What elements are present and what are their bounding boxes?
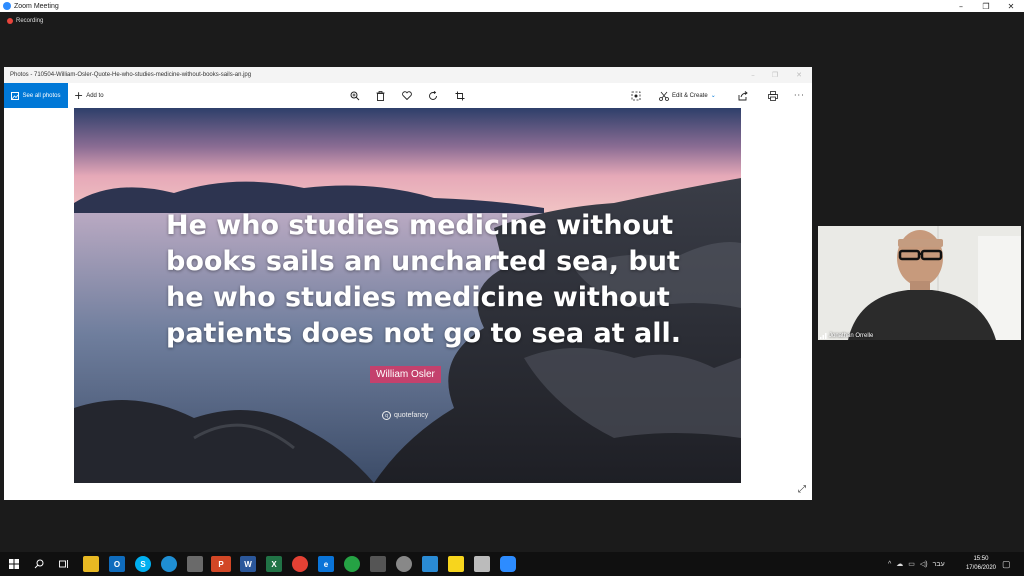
crop-button[interactable] (455, 83, 465, 108)
photos-title-bar: Photos - 710504-William-Osler-Quote-He-w… (4, 67, 812, 83)
photos-restore-button[interactable]: ❐ (764, 67, 786, 83)
participant-video[interactable]: Jonathan Orrelle (818, 226, 1021, 340)
photos-window: Photos - 710504-William-Osler-Quote-He-w… (4, 67, 812, 500)
system-tray: ^ ☁ ▭ ◁) עבר (888, 552, 945, 576)
zoom-taskbar-icon[interactable] (500, 556, 516, 572)
photos-title: Photos - 710504-William-Osler-Quote-He-w… (10, 72, 252, 78)
document-icon[interactable] (474, 556, 490, 572)
close-button[interactable]: ✕ (998, 0, 1024, 12)
chevron-down-icon: ⌄ (710, 92, 716, 99)
powerpoint-icon[interactable]: P (211, 556, 231, 572)
rotate-icon (429, 90, 437, 100)
add-to-label: Add to (86, 92, 104, 99)
notifications-button[interactable]: ▢ (1002, 552, 1011, 576)
recording-indicator[interactable]: Recording (7, 18, 43, 24)
app-icon[interactable] (187, 556, 203, 572)
calculator-icon[interactable] (370, 556, 386, 572)
search-icon (34, 559, 44, 569)
chevron-up-icon[interactable]: ^ (888, 561, 891, 568)
more-icon: ··· (794, 91, 805, 100)
recording-label: Recording (16, 18, 44, 24)
plus-icon: + (74, 89, 84, 102)
scissors-icon (659, 91, 669, 101)
file-explorer-icon[interactable] (83, 556, 99, 572)
crop-icon (455, 91, 465, 100)
network-icon[interactable]: ▭ (908, 560, 915, 568)
quote-text: He who studies medicine without books sa… (166, 210, 682, 349)
share-icon (738, 90, 748, 100)
recording-icon (7, 18, 13, 24)
delete-button[interactable] (376, 83, 385, 108)
word-icon[interactable]: W (240, 556, 256, 572)
whatsapp-icon[interactable] (344, 556, 360, 572)
zoom-in-button[interactable] (350, 83, 360, 108)
print-icon (768, 90, 778, 101)
participant-name: Jonathan Orrelle (829, 333, 874, 339)
print-button[interactable] (768, 83, 778, 108)
see-all-photos-button[interactable]: See all photos (4, 83, 68, 108)
photos-icon (11, 91, 20, 100)
edge-icon[interactable]: e (318, 556, 334, 572)
add-to-button[interactable]: + Add to (74, 83, 104, 108)
excel-icon[interactable]: X (266, 556, 282, 572)
task-view-button[interactable] (56, 556, 72, 572)
edit-create-label: Edit & Create (672, 92, 708, 99)
taskbar: O S P W X e ^ ☁ ▭ ◁) עבר 15:50 17/06/202… (0, 552, 1024, 576)
snip-icon[interactable] (422, 556, 438, 572)
restore-button[interactable]: ❐ (973, 0, 999, 12)
volume-icon[interactable]: ◁) (920, 560, 928, 568)
quote-image: He who studies medicine without books sa… (74, 108, 741, 483)
edit-create-button[interactable]: Edit & Create ⌄ (659, 83, 716, 108)
expand-icon[interactable]: ⤢ (798, 484, 806, 495)
start-button[interactable] (6, 556, 22, 572)
heart-icon (402, 91, 412, 100)
participant-image (818, 226, 1021, 340)
windows-logo-icon (9, 559, 19, 569)
trash-icon (376, 90, 385, 101)
quote-author: William Osler (370, 366, 441, 383)
paint-icon[interactable] (396, 556, 412, 572)
quotefancy-logo-icon: q (382, 411, 391, 420)
enhance-icon (631, 91, 641, 100)
photos-toolbar: See all photos + Add to Edit & Create ⌄ (4, 83, 812, 108)
minimize-button[interactable]: – (948, 0, 974, 12)
more-options-button[interactable]: ··· (794, 83, 805, 108)
participant-name-tag: Jonathan Orrelle (820, 333, 873, 339)
sticky-notes-icon[interactable] (448, 556, 464, 572)
notification-icon: ▢ (1002, 558, 1011, 569)
search-button[interactable] (31, 556, 47, 572)
onedrive-icon[interactable]: ☁ (896, 560, 903, 568)
zoom-app-icon (3, 2, 11, 10)
brand-label: quotefancy (394, 412, 429, 419)
language-indicator[interactable]: עבר (933, 561, 945, 568)
brand-watermark: q quotefancy (382, 411, 428, 420)
chrome-icon[interactable] (292, 556, 308, 572)
photos-close-button[interactable]: ✕ (788, 67, 810, 83)
share-button[interactable] (738, 83, 748, 108)
task-view-icon (59, 560, 68, 568)
window-title: Zoom Meeting (14, 2, 59, 10)
favorite-button[interactable] (402, 83, 412, 108)
zoom-title-bar: Zoom Meeting – ❐ ✕ (0, 0, 1024, 12)
clock[interactable]: 15:50 17/06/2020 (966, 555, 996, 573)
photos-minimize-button[interactable]: – (742, 67, 764, 83)
skype-icon[interactable]: S (135, 556, 151, 572)
signal-bars-icon (820, 333, 827, 339)
clock-date: 17/06/2020 (965, 565, 996, 571)
globe-icon[interactable] (161, 556, 177, 572)
see-all-photos-label: See all photos (22, 92, 61, 99)
rotate-button[interactable] (428, 83, 438, 108)
enhance-button[interactable] (631, 83, 641, 108)
zoom-in-icon (350, 91, 360, 100)
clock-time: 15:50 (973, 556, 989, 562)
outlook-icon[interactable]: O (109, 556, 125, 572)
